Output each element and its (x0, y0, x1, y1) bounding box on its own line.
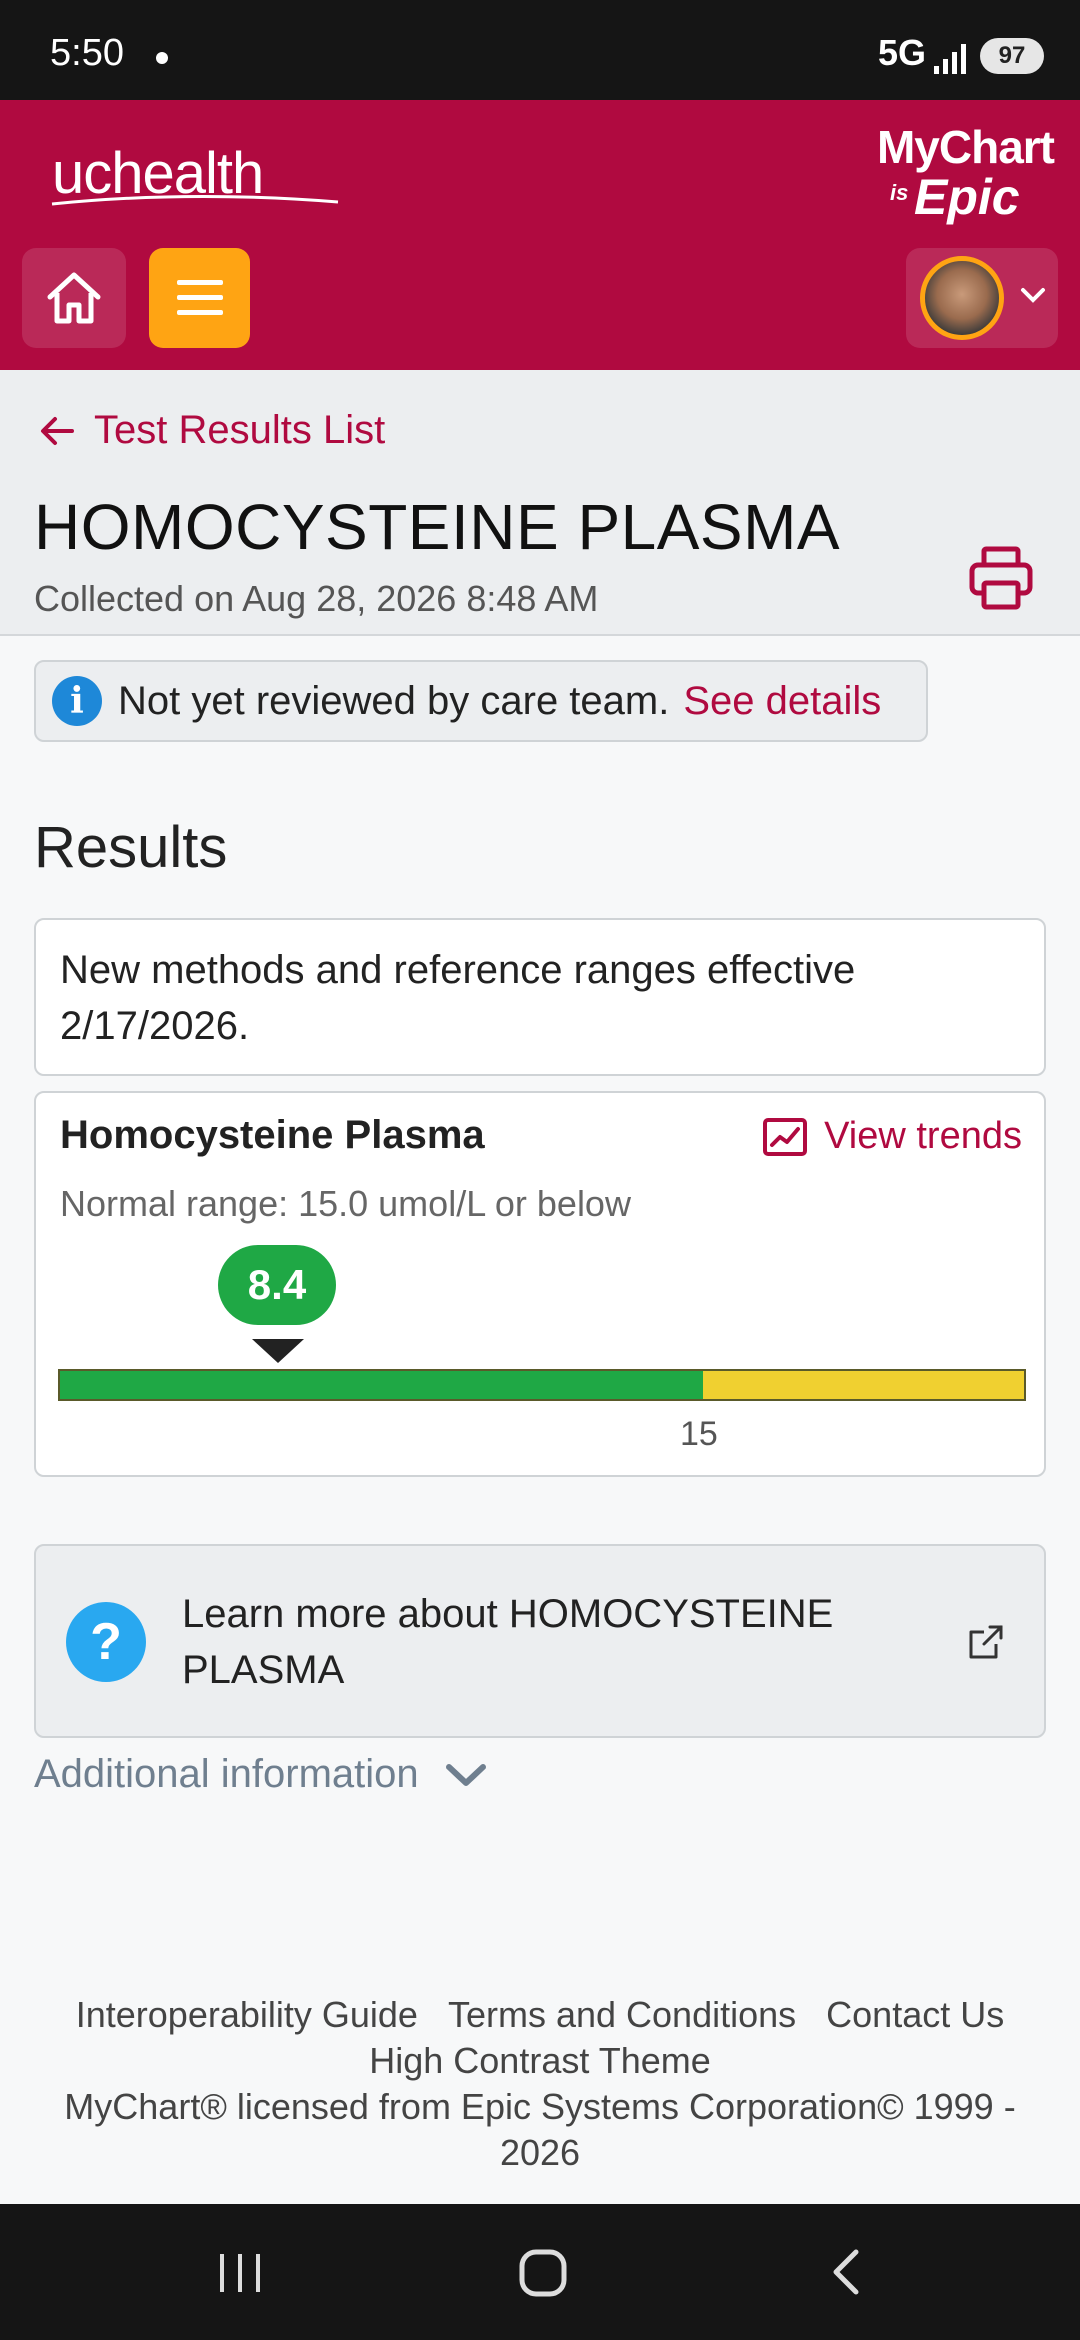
chevron-down-icon (445, 1763, 486, 1786)
license-text: MyChart® licensed from Epic Systems Corp… (64, 2086, 1016, 2173)
reference-range-bar (58, 1369, 1026, 1401)
recent-apps-icon[interactable] (216, 2244, 266, 2300)
review-status-banner: i Not yet reviewed by care team. See det… (34, 660, 928, 742)
hamburger-menu-icon (176, 280, 223, 315)
result-value-bubble: 8.4 (218, 1245, 336, 1325)
view-trends-link[interactable]: View trends (762, 1115, 1022, 1158)
notification-dot-icon (156, 52, 168, 64)
back-link-label: Test Results List (94, 408, 386, 452)
print-icon[interactable] (968, 545, 1034, 611)
mychart-logo-is: is (890, 180, 909, 205)
external-link-icon (969, 1625, 1003, 1659)
range-normal-segment (60, 1371, 703, 1399)
question-mark-icon: ? (66, 1602, 146, 1682)
normal-range: Normal range: 15.0 umol/L or below (60, 1183, 631, 1224)
info-icon: i (52, 676, 102, 726)
logo-swoosh-icon (51, 194, 339, 206)
component-name: Homocysteine Plasma (60, 1113, 485, 1157)
back-to-test-results-link[interactable]: Test Results List (40, 408, 385, 453)
back-arrow-icon[interactable] (826, 2244, 866, 2300)
footer-links: Interoperability Guide Terms and Conditi… (60, 1992, 1020, 2084)
additional-information-label: Additional information (34, 1752, 419, 1796)
footer: Interoperability Guide Terms and Conditi… (60, 1992, 1020, 2176)
result-component-card: Homocysteine Plasma View trends Normal r… (34, 1091, 1046, 1477)
home-icon (47, 272, 101, 324)
footer-link-interoperability[interactable]: Interoperability Guide (76, 1994, 418, 2035)
page-title: HOMOCYSTEINE PLASMA (34, 491, 841, 563)
value-pointer-icon (252, 1339, 304, 1363)
results-heading: Results (34, 815, 228, 880)
footer-link-contact[interactable]: Contact Us (826, 1994, 1004, 2035)
system-nav-bar (0, 2204, 1080, 2340)
home-circle-icon[interactable] (516, 2244, 572, 2300)
review-status-text: Not yet reviewed by care team. (118, 678, 670, 723)
additional-information-toggle[interactable]: Additional information (34, 1752, 487, 1797)
trend-chart-icon (763, 1117, 808, 1156)
mychart-logo-epic: Epic (914, 169, 1020, 225)
network-indicator: 5G (878, 32, 927, 73)
range-tick-label: 15 (680, 1415, 718, 1453)
mychart-logo: MyChart is Epic (872, 120, 1055, 230)
signal-icon (934, 44, 966, 74)
profile-menu-button[interactable] (906, 248, 1058, 348)
arrow-left-icon (41, 416, 74, 445)
view-trends-label: View trends (824, 1115, 1022, 1157)
range-high-segment (702, 1371, 1024, 1399)
chevron-down-icon (1021, 288, 1045, 303)
status-time: 5:50 (50, 32, 124, 74)
battery-indicator: 97 (980, 38, 1044, 74)
status-bar: 5:50 5G 97 (0, 0, 1080, 100)
learn-more-card[interactable]: ? Learn more about HOMOCYSTEINE PLASMA (34, 1544, 1046, 1738)
collected-date: Collected on Aug 28, 2026 8:48 AM (34, 578, 599, 619)
learn-more-text: Learn more about HOMOCYSTEINE PLASMA (182, 1592, 834, 1692)
footer-link-terms[interactable]: Terms and Conditions (448, 1994, 796, 2035)
home-button[interactable] (22, 248, 126, 348)
footer-link-high-contrast[interactable]: High Contrast Theme (369, 2040, 711, 2081)
results-note: New methods and reference ranges effecti… (34, 918, 1046, 1076)
menu-button[interactable] (149, 248, 250, 348)
see-details-link[interactable]: See details (683, 679, 881, 724)
mychart-logo-text: MyChart (876, 121, 1055, 173)
avatar (920, 256, 1004, 340)
